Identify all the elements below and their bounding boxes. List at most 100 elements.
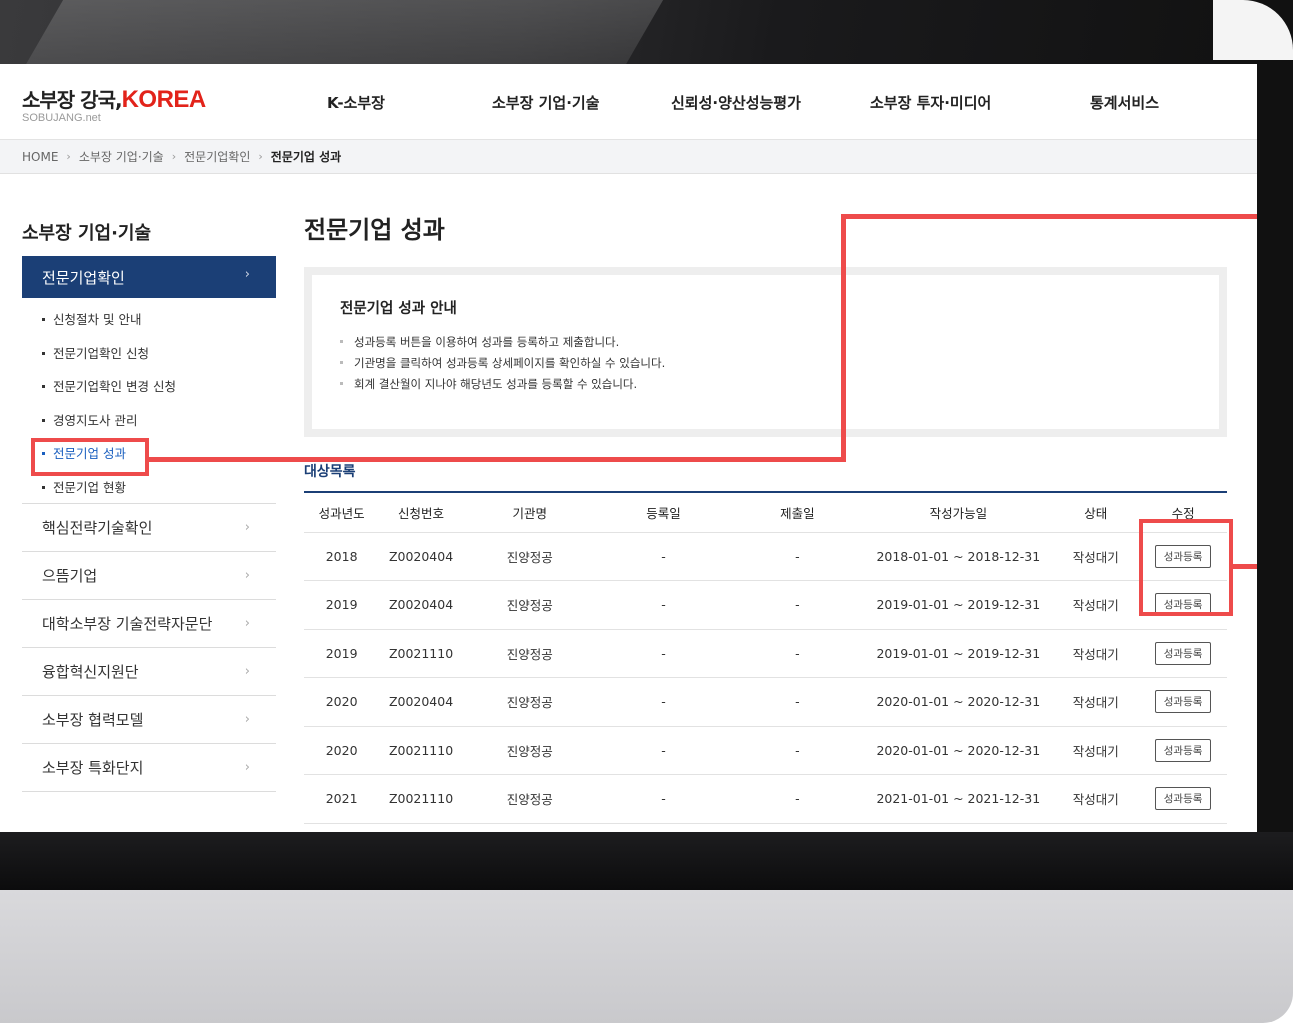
guide-box: 전문기업 성과 안내 성과등록 버튼을 이용하여 성과를 등록하고 제출합니다.… [304, 267, 1227, 437]
register-performance-button[interactable]: 성과등록 [1154, 787, 1212, 811]
column-header-number: 신청번호 [398, 505, 445, 521]
register-performance-button[interactable]: 성과등록 [1154, 641, 1212, 665]
bullet-icon [42, 351, 45, 355]
breadcrumb-item-confirm[interactable]: 전문기업확인 [184, 148, 250, 165]
sidebar-item-confirm[interactable]: 전문기업확인 › [22, 256, 276, 298]
cell-edit: 성과등록 [1139, 774, 1227, 824]
cell-year: 2018 [304, 531, 380, 581]
cell-org[interactable]: 진양정공 [462, 725, 597, 775]
nav-item-company-tech[interactable]: 소부장 기업·기술 [492, 92, 600, 113]
chevron-right-icon: › [244, 664, 250, 679]
sidebar-item-label: 핵심전략기술확인 [42, 519, 153, 537]
breadcrumb-separator: › [66, 150, 71, 163]
highlight-box-buttons [1139, 519, 1233, 616]
column-header-submit-date: 제출일 [780, 505, 815, 521]
bullet-icon [42, 418, 45, 422]
sub-item-label: 전문기업확인 신청 [53, 345, 149, 361]
cell-number: Z0020404 [379, 531, 463, 581]
sub-item-label: 전문기업확인 변경 신청 [53, 379, 176, 395]
browser-screen: 소부장 강국,KOREA SOBUJANG.net K-소부장 소부장 기업·기… [0, 64, 1257, 832]
sub-item-label: 경영지도사 관리 [53, 412, 138, 428]
cell-year: 2020 [304, 677, 380, 726]
sub-item-apply[interactable]: 전문기업확인 신청 [22, 336, 276, 370]
logo-main-text: 소부장 강국, [22, 88, 123, 112]
cell-submit-date: - [730, 531, 865, 581]
site-logo[interactable]: 소부장 강국,KOREA SOBUJANG.net [22, 84, 206, 124]
cell-org[interactable]: 진양정공 [462, 580, 597, 629]
column-header-status: 상태 [1084, 505, 1108, 521]
guide-item: 회계 결산월이 지나야 해당년도 성과를 등록할 수 있습니다. [340, 376, 1191, 397]
guide-item: 성과등록 버튼을 이용하여 성과를 등록하고 제출합니다. [340, 334, 1191, 355]
column-header-org: 기관명 [512, 505, 548, 521]
cell-reg-date: - [596, 580, 731, 629]
cell-org[interactable]: 진양정공 [462, 531, 597, 581]
nav-item-investment[interactable]: 소부장 투자·미디어 [870, 92, 991, 113]
sidebar-item-label: 대학소부장 기술전략자문단 [42, 615, 213, 633]
nav-item-reliability[interactable]: 신뢰성·양산성능평가 [671, 92, 801, 113]
cell-status: 작성대기 [1052, 677, 1140, 726]
sidebar-item-label: 소부장 특화단지 [42, 759, 144, 777]
cell-org[interactable]: 진양정공 [462, 628, 597, 678]
table-row: 2020 Z0021110 진양정공 - -2020-01-01 ~ 2020-12-3… [304, 725, 1227, 775]
cell-status: 작성대기 [1052, 531, 1140, 581]
table-row: 2020 Z0020404 진양정공 - -2020-01-01 ~ 2020-12-3… [304, 677, 1227, 726]
sub-item-label: 신청절차 및 안내 [53, 312, 142, 328]
monitor-bezel-top [0, 0, 1293, 64]
breadcrumb-item-current: 전문기업 성과 [270, 150, 342, 164]
cell-number: Z0020404 [379, 580, 463, 629]
sub-item-procedure[interactable]: 신청절차 및 안내 [22, 302, 276, 336]
breadcrumb-home[interactable]: HOME [22, 150, 58, 164]
sidebar-item-coop-model[interactable]: 소부장 협력모델 › [22, 696, 276, 744]
sidebar-item-top-company[interactable]: 으뜸기업 › [22, 552, 276, 600]
cell-period: 2020-01-01 ~ 2020-12-31 [864, 725, 1053, 775]
chevron-right-icon: › [244, 616, 250, 631]
sidebar-item-core-tech[interactable]: 핵심전략기술확인 › [22, 504, 276, 552]
bullet-icon [42, 485, 45, 489]
sidebar-item-convergence[interactable]: 융합혁신지원단 › [22, 648, 276, 696]
cell-period: 2019-01-01 ~ 2019-12-31 [864, 580, 1053, 629]
cell-number: Z0021110 [379, 725, 463, 775]
logo-korea-text: KOREA [121, 86, 207, 113]
breadcrumb: HOME › 소부장 기업·기술 › 전문기업확인 › 전문기업 성과 [0, 140, 1257, 174]
cell-number: Z0021110 [379, 774, 463, 824]
cell-edit: 성과등록 [1139, 725, 1227, 775]
register-performance-button[interactable]: 성과등록 [1154, 690, 1212, 714]
monitor-bezel-bottom [0, 832, 1293, 890]
guide-item: 기관명을 클릭하여 성과등록 상세페이지를 확인하실 수 있습니다. [340, 355, 1191, 376]
table-header-row: 성과년도 신청번호 기관명 등록일 제출일 작성가능일 상태 수정 [304, 492, 1227, 532]
chevron-right-icon: › [244, 520, 250, 535]
cell-org[interactable]: 진양정공 [462, 677, 597, 726]
sub-item-change-apply[interactable]: 전문기업확인 변경 신청 [22, 369, 276, 403]
sidebar-item-label: 융합혁신지원단 [42, 663, 139, 681]
cell-status: 작성대기 [1052, 725, 1140, 775]
cell-reg-date: - [596, 531, 731, 581]
cell-edit: 성과등록 [1139, 677, 1227, 726]
sub-item-label: 전문기업 현황 [53, 479, 126, 495]
register-performance-button[interactable]: 성과등록 [1154, 738, 1212, 762]
table-body: 2018 Z0020404 진양정공 - -2018-01-01 ~ 2018-12-3… [304, 531, 1227, 824]
highlight-line [149, 457, 845, 462]
main-content: 전문기업 성과 전문기업 성과 안내 성과등록 버튼을 이용하여 성과를 등록하… [304, 210, 1227, 824]
cell-reg-date: - [596, 725, 731, 775]
breadcrumb-item-company-tech[interactable]: 소부장 기업·기술 [79, 148, 164, 165]
sidebar-item-special-complex[interactable]: 소부장 특화단지 › [22, 744, 276, 792]
chevron-right-icon: › [244, 568, 250, 583]
nav-item-k-sobujang[interactable]: K-소부장 [327, 92, 385, 113]
sidebar-item-univ-advisory[interactable]: 대학소부장 기술전략자문단 › [22, 600, 276, 648]
sidebar-item-label: 으뜸기업 [42, 567, 98, 585]
sub-item-consultant[interactable]: 경영지도사 관리 [22, 403, 276, 437]
table-row: 2019 Z0021110 진양정공 - -2019-01-01 ~ 2019-12-3… [304, 628, 1227, 678]
list-title: 대상목록 [304, 464, 356, 480]
breadcrumb-separator: › [171, 150, 177, 163]
guide-list: 성과등록 버튼을 이용하여 성과를 등록하고 제출합니다. 기관명을 클릭하여 … [340, 334, 1191, 397]
table-row: 2018 Z0020404 진양정공 - -2018-01-01 ~ 2018-12-3… [304, 531, 1227, 581]
cell-submit-date: - [730, 677, 865, 726]
guide-title: 전문기업 성과 안내 [340, 301, 457, 317]
cell-org[interactable]: 진양정공 [462, 774, 597, 824]
sidebar-item-label: 전문기업확인 [42, 268, 125, 287]
nav-item-statistics[interactable]: 통계서비스 [1090, 92, 1159, 113]
breadcrumb-separator: › [258, 150, 263, 163]
logo-text: 소부장 강국,KOREA [22, 84, 206, 114]
cell-reg-date: - [596, 628, 731, 678]
bullet-icon [42, 385, 45, 388]
